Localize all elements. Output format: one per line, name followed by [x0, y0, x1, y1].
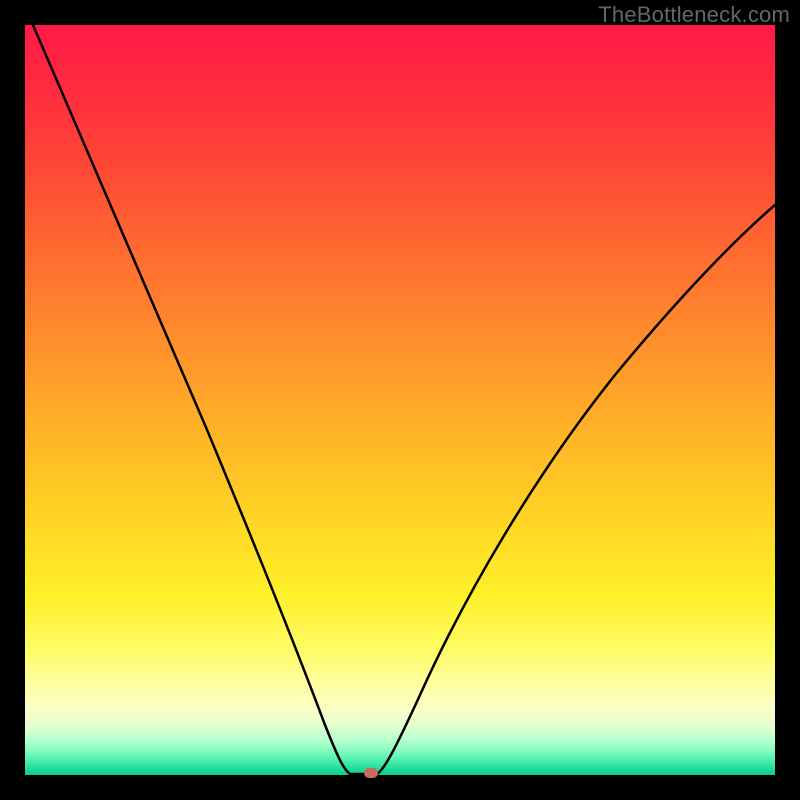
plot-area [25, 25, 775, 775]
bottleneck-point-marker [364, 768, 378, 778]
bottleneck-curve [25, 25, 775, 775]
curve-path [33, 25, 775, 774]
chart-frame: TheBottleneck.com [0, 0, 800, 800]
